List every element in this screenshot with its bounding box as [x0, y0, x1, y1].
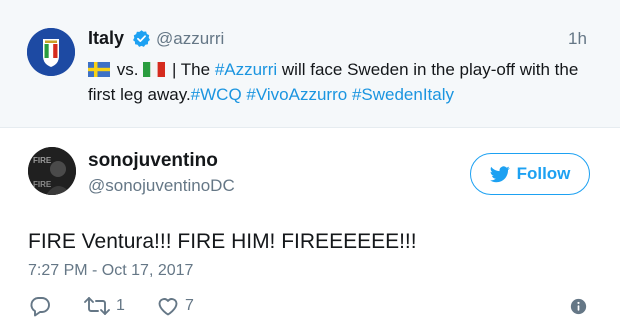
svg-text:FIRE: FIRE	[33, 156, 52, 165]
reply-tweet-text: FIRE Ventura!!! FIRE HIM! FIREEEEEE!!!	[28, 230, 417, 253]
svg-text:FIRE: FIRE	[33, 180, 52, 189]
retweet-action[interactable]: 1	[83, 294, 125, 318]
reply-icon	[30, 297, 50, 317]
hashtag-vivoazzurro-link[interactable]: #VivoAzzurro	[246, 85, 347, 104]
follow-button[interactable]: Follow	[470, 153, 590, 195]
reply-action[interactable]	[28, 294, 52, 318]
separator-text: | The	[171, 60, 211, 79]
reply-timestamp[interactable]: 7:27 PM - Oct 17, 2017	[28, 262, 193, 280]
follow-label: Follow	[516, 164, 571, 183]
heart-icon	[158, 298, 178, 316]
like-count: 7	[185, 297, 194, 314]
figc-crest-icon	[27, 28, 75, 76]
sonojuventino-avatar[interactable]: FIRE FIRE	[28, 147, 76, 195]
italy-avatar[interactable]	[27, 28, 75, 76]
parent-timestamp[interactable]: 1h	[568, 29, 587, 49]
hashtag-swedenitaly-link[interactable]: #SwedenItaly	[352, 85, 454, 104]
vs-text: vs.	[116, 60, 139, 79]
hashtag-azzurri-link[interactable]: #Azzurri	[215, 60, 277, 79]
hashtag-wcq-link[interactable]: #WCQ	[191, 85, 242, 104]
avatar-photo-icon: FIRE FIRE	[28, 147, 76, 195]
reply-author-name[interactable]: sonojuventino	[88, 150, 218, 172]
sweden-flag-icon	[88, 62, 110, 77]
info-button[interactable]	[570, 298, 587, 320]
verified-badge-icon	[132, 29, 151, 53]
twitter-bird-icon	[489, 165, 510, 182]
italy-flag-icon	[143, 62, 166, 77]
quoted-tweet[interactable]: Italy @azzurri 1h vs. | The #Azzurri wil…	[0, 0, 620, 128]
parent-tweet-text: vs. | The #Azzurri will face Sweden in t…	[88, 57, 603, 107]
info-icon	[570, 298, 587, 315]
parent-author-handle[interactable]: @azzurri	[156, 29, 224, 49]
retweet-icon	[84, 297, 110, 315]
parent-author-name[interactable]: Italy	[88, 28, 124, 49]
retweet-count: 1	[116, 297, 125, 314]
reply-author-handle[interactable]: @sonojuventinoDC	[88, 176, 235, 196]
like-action[interactable]: 7	[156, 294, 194, 318]
